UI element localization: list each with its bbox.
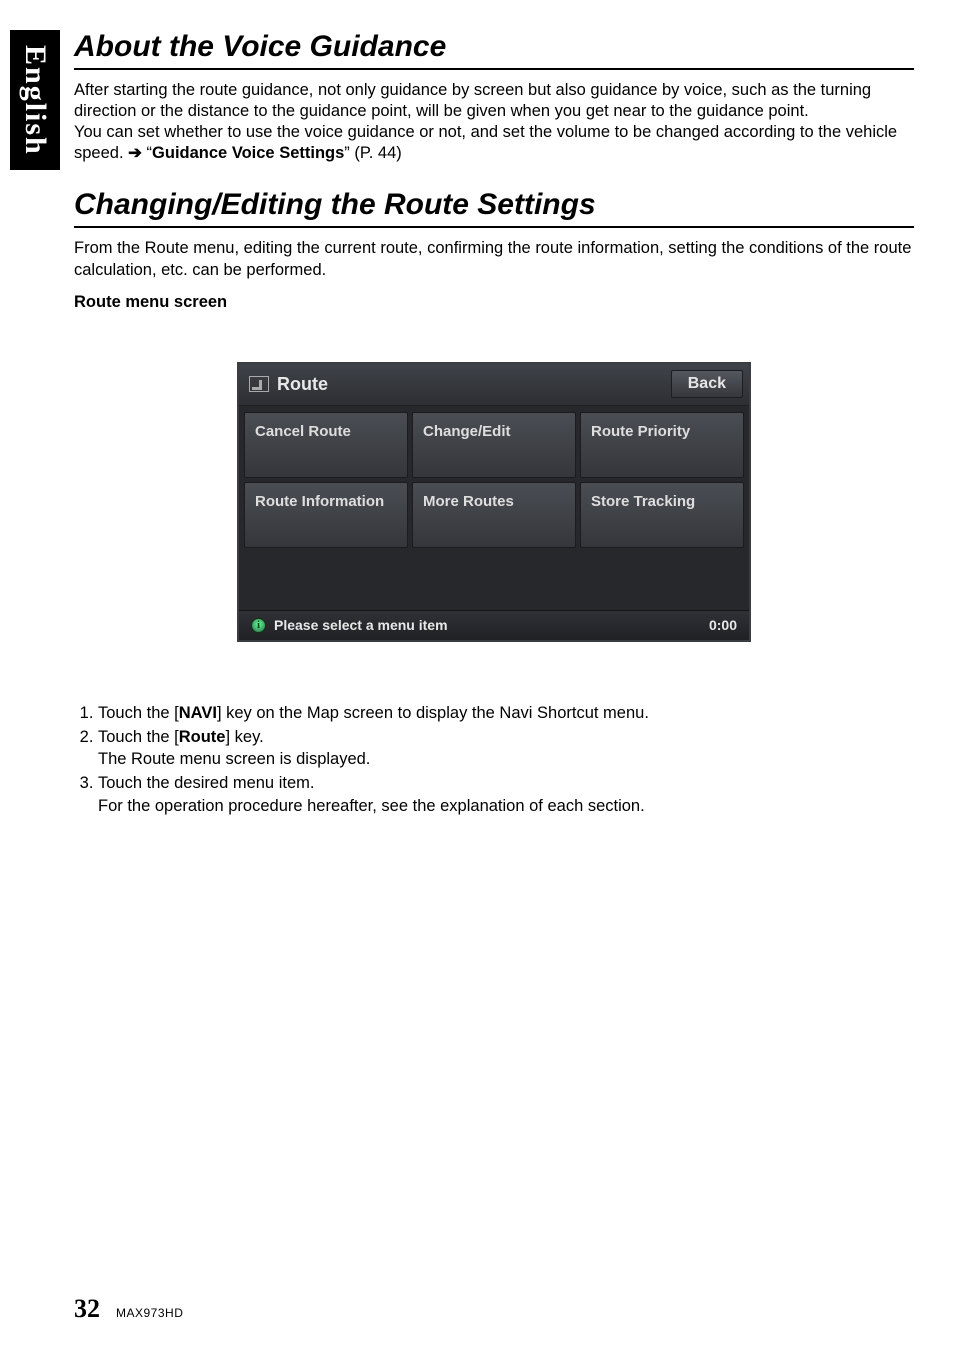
step-2-bold: Route: [179, 728, 226, 746]
section2-para: From the Route menu, editing the current…: [74, 238, 914, 280]
section2-title: Changing/Editing the Route Settings: [74, 188, 914, 228]
step-3-line2: For the operation procedure hereafter, s…: [98, 795, 914, 817]
section1-bold-ref: Guidance Voice Settings: [152, 144, 344, 162]
step-3-line1: Touch the desired menu item.: [98, 774, 314, 792]
step-1-bold: NAVI: [179, 704, 217, 722]
device-footer-time: 0:00: [709, 617, 737, 633]
arrow-icon: ➔: [128, 144, 142, 162]
step-2-pre: Touch the [: [98, 728, 179, 746]
model-number: MAX973HD: [116, 1306, 183, 1320]
device-footer: Please select a menu item 0:00: [239, 610, 749, 640]
back-button[interactable]: Back: [671, 370, 743, 398]
section1-quote-close: ” (P. 44): [344, 144, 401, 162]
section1-para1: After starting the route guidance, not o…: [74, 80, 914, 122]
tile-cancel-route[interactable]: Cancel Route: [244, 412, 408, 478]
section1-title: About the Voice Guidance: [74, 30, 914, 70]
route-menu-subhead: Route menu screen: [74, 293, 914, 312]
tile-route-information[interactable]: Route Information: [244, 482, 408, 548]
page-footer: 32 MAX973HD: [74, 1294, 183, 1324]
step-1-pre: Touch the [: [98, 704, 179, 722]
language-tab-label: English: [18, 45, 52, 156]
step-2-post: ] key.: [225, 728, 263, 746]
tile-route-priority[interactable]: Route Priority: [580, 412, 744, 478]
route-icon: [249, 376, 269, 392]
tile-more-routes[interactable]: More Routes: [412, 482, 576, 548]
language-tab: English: [10, 30, 60, 170]
route-menu-screenshot: Route Back Cancel Route Change/Edit Rout…: [237, 362, 751, 642]
step-2-sub: The Route menu screen is displayed.: [98, 748, 914, 770]
step-1: Touch the [NAVI] key on the Map screen t…: [98, 702, 914, 724]
info-icon: [251, 618, 266, 633]
section1-para2: You can set whether to use the voice gui…: [74, 122, 914, 164]
step-3: Touch the desired menu item. For the ope…: [98, 772, 914, 817]
device-title: Route: [277, 374, 328, 395]
step-2: Touch the [Route] key. The Route menu sc…: [98, 726, 914, 771]
device-grid: Cancel Route Change/Edit Route Priority …: [239, 406, 749, 552]
device-footer-msg: Please select a menu item: [274, 617, 448, 633]
tile-store-tracking[interactable]: Store Tracking: [580, 482, 744, 548]
device-header: Route Back: [239, 364, 749, 406]
section1-quote-open: “: [142, 144, 152, 162]
device-spacer: [239, 552, 749, 610]
tile-change-edit[interactable]: Change/Edit: [412, 412, 576, 478]
step-1-post: ] key on the Map screen to display the N…: [217, 704, 649, 722]
steps-list: Touch the [NAVI] key on the Map screen t…: [74, 702, 914, 817]
page-number: 32: [74, 1294, 100, 1324]
